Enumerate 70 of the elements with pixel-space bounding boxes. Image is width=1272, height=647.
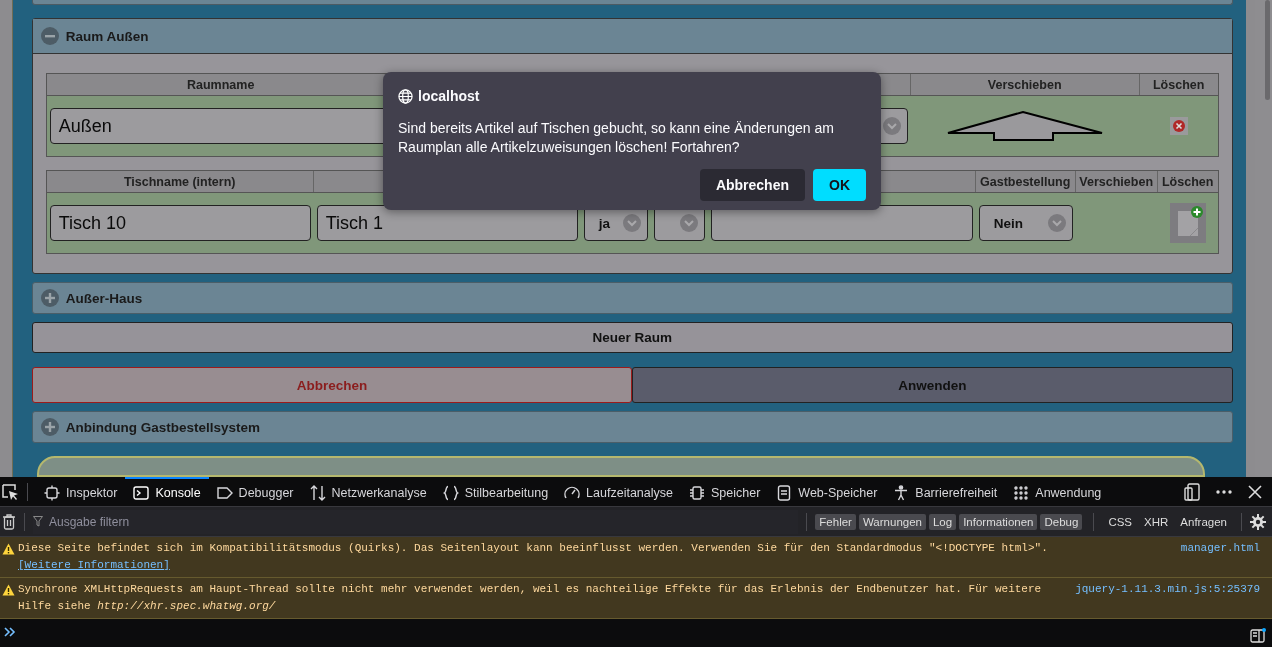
move-arrow-icon[interactable] (946, 111, 1105, 142)
up-down-arrows-icon (309, 484, 326, 501)
column-header: Tischname (intern) (123, 174, 236, 189)
devtools-tab[interactable]: Inspektor (36, 477, 126, 506)
devtools-tab[interactable]: Stilbearbeitung (434, 477, 557, 506)
grid-icon (1013, 484, 1030, 501)
request-filter-button[interactable]: CSS (1102, 515, 1139, 528)
panel-title: Außer-Haus (65, 290, 143, 306)
warning-icon (2, 543, 15, 555)
delete-icon[interactable] (1169, 117, 1188, 136)
braces-icon (442, 484, 459, 501)
inspector-icon (44, 484, 60, 501)
chevron-icon (679, 214, 698, 233)
new-room-button[interactable]: Neuer Raum (31, 321, 1233, 354)
globe-icon (398, 88, 413, 104)
log-level-button[interactable]: Informationen (959, 513, 1038, 530)
chevron-icon (622, 214, 641, 233)
log-level-button[interactable]: Warnungen (858, 513, 926, 530)
settings-icon[interactable] (1250, 513, 1266, 530)
cancel-button[interactable]: Abbrechen (699, 169, 805, 201)
more-icon[interactable] (1216, 489, 1232, 494)
column-header: Verschieben (1079, 174, 1153, 189)
panel-header[interactable]: Raum Außen (32, 19, 1232, 55)
tag-icon (216, 484, 233, 501)
console-icon (133, 484, 150, 501)
column-header: Verschieben (987, 77, 1062, 92)
panel-title: Anbindung Gastbestellsystem (65, 419, 260, 435)
document-icon (776, 484, 793, 501)
devtools-tab[interactable]: Anwendung (1005, 477, 1110, 506)
warning-icon (2, 584, 15, 596)
column-header: Löschen (1162, 174, 1214, 189)
devtools-tab[interactable]: Barrierefreiheit (885, 477, 1006, 506)
devtools-tab[interactable]: Laufzeitanalyse (556, 477, 681, 506)
close-icon[interactable] (1248, 484, 1262, 499)
table-name-field[interactable]: Tisch 10 (49, 205, 311, 242)
filter-icon (33, 516, 43, 527)
log-level-button[interactable]: Log (928, 513, 957, 530)
ok-button[interactable]: OK (813, 169, 866, 201)
chevron-icon (882, 117, 901, 136)
gauge-icon (564, 484, 581, 501)
panel-header[interactable]: Außer-Haus (31, 282, 1233, 314)
devtools-tab[interactable]: Netzwerkanalyse (301, 477, 435, 506)
panel-title: Raum Außen (65, 28, 149, 44)
trash-icon[interactable] (2, 513, 16, 530)
column-header: Raumname (187, 77, 255, 92)
panel-header[interactable]: Anbindung Gastbestellsystem (31, 411, 1233, 443)
log-level-button[interactable]: Debug (1040, 513, 1083, 530)
console-message: Diese Seite befindet sich im Kompatibilitätsmodus (Quirks). Das Seitenlayout kann beeinflusst werden. Verwenden Sie für den Standardmodus "<!DOCTYPE html>". [Weitere Informationen] (18, 541, 1049, 573)
column-header: Löschen (1153, 77, 1205, 92)
devtools-tab[interactable]: Speicher (681, 477, 769, 506)
chip-icon (689, 484, 705, 501)
person-icon (893, 484, 910, 501)
log-level-button[interactable]: Fehler (815, 513, 856, 530)
column-header: Gastbestellung (980, 174, 1071, 189)
prompt-chevron-icon (4, 627, 16, 637)
chevron-icon (1047, 214, 1066, 233)
source-link[interactable]: jquery-1.11.3.min.js:5:25379 (1075, 581, 1260, 598)
request-filter-button[interactable]: Anfragen (1174, 515, 1233, 528)
source-link[interactable]: manager.html (1180, 540, 1260, 557)
console-message: Synchrone XMLHttpRequests am Haupt-Thread sollte nicht mehr verwendet werden, weil es nachteilige Effekte für das Erlebnis der Endbenutzer hat. Für weitere Hilfe siehe http://xhr.spec.whatwg.org/ (18, 582, 1043, 614)
dialog-message: Sind bereits Artikel auf Tischen gebucht, so kann eine Änderungen am Raumplan alle Artikelzuweisungen löschen! Fortahren? (398, 119, 835, 157)
request-filter-button[interactable]: XHR (1138, 515, 1175, 528)
devtools-tab[interactable]: Web-Speicher (768, 477, 886, 506)
select-field[interactable]: Nein (978, 205, 1073, 242)
sidebar-toggle-icon[interactable] (1250, 627, 1266, 643)
devtools-tab[interactable]: Debugger (208, 477, 302, 506)
more-info-link[interactable]: [Weitere Informationen] (18, 559, 170, 571)
responsive-design-icon[interactable] (1184, 482, 1200, 501)
element-picker-icon[interactable] (1, 482, 19, 501)
dialog-title: localhost (418, 88, 480, 104)
